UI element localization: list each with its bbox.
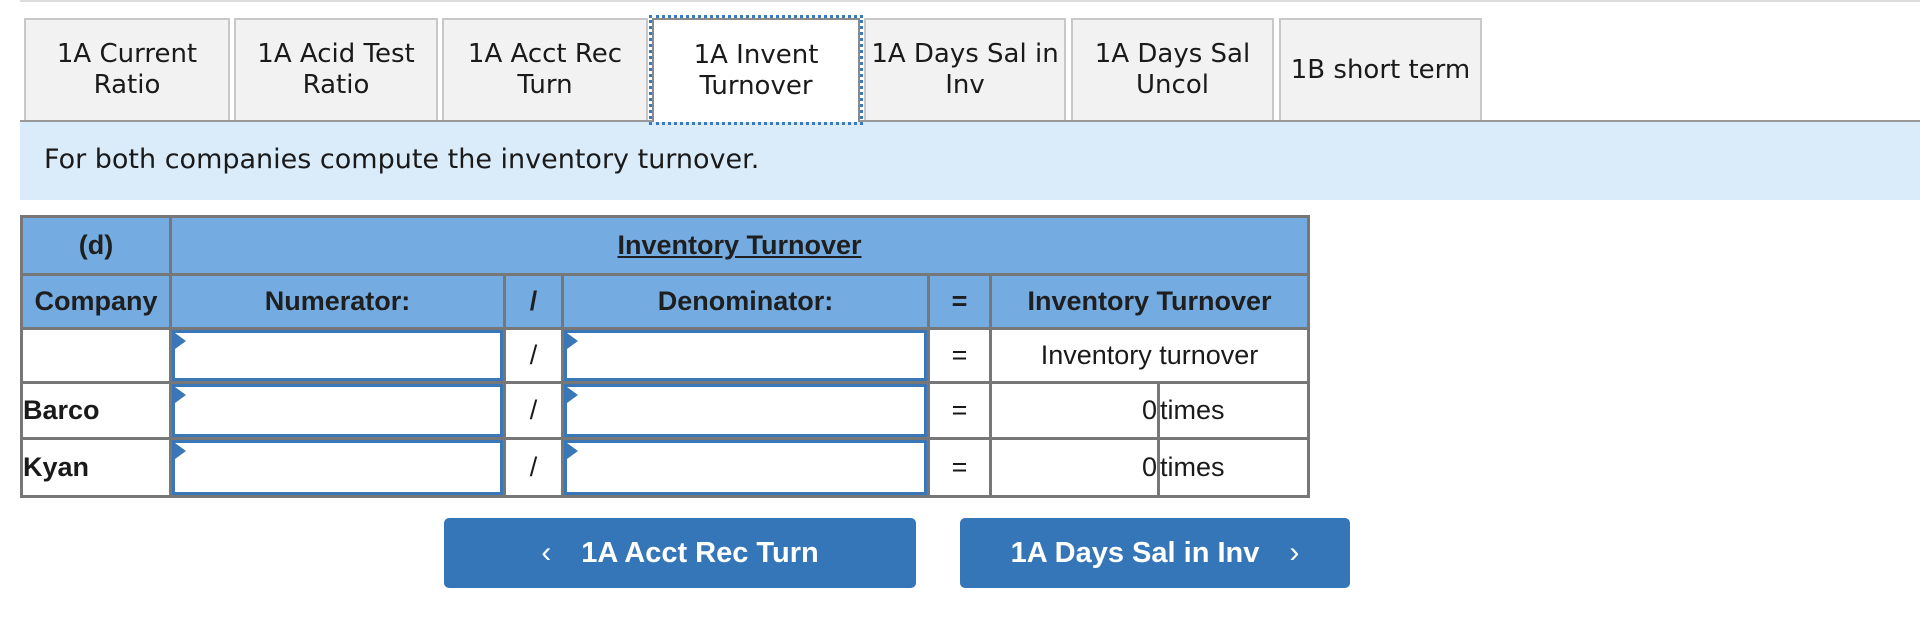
formula-divide: /	[503, 327, 564, 384]
dropdown-marker-icon	[175, 333, 186, 349]
tab-label: 1A Acid Test Ratio	[257, 39, 415, 100]
formula-numerator-input[interactable]	[172, 330, 503, 381]
table-row: Barco / = 0 times	[20, 381, 1310, 440]
header-numerator: Numerator:	[169, 273, 506, 330]
kyan-numerator-input[interactable]	[172, 440, 503, 495]
formula-numerator-cell	[169, 327, 506, 384]
dropdown-marker-icon	[567, 443, 578, 459]
denominator-cell	[561, 437, 930, 498]
inventory-turnover-table: (d) Inventory Turnover Company Numerator…	[20, 215, 1310, 498]
tab-label: 1A Acct Rec Turn	[467, 39, 623, 100]
header-divide: /	[503, 273, 564, 330]
formula-denominator-cell	[561, 327, 930, 384]
formula-denominator-input[interactable]	[564, 330, 927, 381]
instruction-band: For both companies compute the inventory…	[20, 122, 1920, 200]
tab-invent-turnover[interactable]: 1A Invent Turnover	[649, 15, 863, 125]
formula-row: / = Inventory turnover	[20, 327, 1310, 384]
tab-acid-test-ratio[interactable]: 1A Acid Test Ratio	[234, 18, 438, 120]
prev-tab-button[interactable]: ‹ 1A Acct Rec Turn	[444, 518, 916, 588]
result-unit: times	[1157, 381, 1310, 440]
table-title: Inventory Turnover	[617, 230, 862, 260]
header-company: Company	[20, 273, 172, 330]
instruction-text: For both companies compute the inventory…	[44, 144, 760, 175]
divide-sign: /	[503, 381, 564, 440]
denominator-cell	[561, 381, 930, 440]
tab-days-sal-uncol[interactable]: 1A Days Sal Uncol	[1071, 18, 1274, 120]
company-name: Kyan	[20, 437, 172, 498]
top-divider	[20, 0, 1920, 2]
part-label: (d)	[20, 215, 172, 276]
equals-sign: =	[927, 437, 992, 498]
result-value: 0	[989, 381, 1160, 440]
result-value: 0	[989, 437, 1160, 498]
header-denominator: Denominator:	[561, 273, 930, 330]
divide-sign: /	[503, 437, 564, 498]
tab-bar: 1A Current Ratio 1A Acid Test Ratio 1A A…	[20, 15, 1920, 125]
header-equals: =	[927, 273, 992, 330]
chevron-left-icon: ‹	[541, 536, 552, 569]
tab-label: 1B short term	[1290, 54, 1471, 85]
tab-label: 1A Days Sal in Inv	[871, 39, 1059, 100]
prev-tab-label: 1A Acct Rec Turn	[581, 536, 819, 569]
next-tab-button[interactable]: 1A Days Sal in Inv ›	[960, 518, 1350, 588]
dropdown-marker-icon	[175, 443, 186, 459]
tab-acct-rec-turn[interactable]: 1A Acct Rec Turn	[442, 18, 648, 120]
tab-label: 1A Current Ratio	[56, 39, 198, 100]
formula-equals: =	[927, 327, 992, 384]
tab-days-sal-in-inv[interactable]: 1A Days Sal in Inv	[864, 18, 1066, 120]
equals-sign: =	[927, 381, 992, 440]
chevron-right-icon: ›	[1289, 536, 1300, 569]
table-row: Kyan / = 0 times	[20, 437, 1310, 498]
header-result: Inventory Turnover	[989, 273, 1310, 330]
dropdown-marker-icon	[567, 387, 578, 403]
company-name: Barco	[20, 381, 172, 440]
kyan-denominator-input[interactable]	[564, 440, 927, 495]
column-header-row: Company Numerator: / Denominator: = Inve…	[20, 273, 1310, 330]
table-title-cell: Inventory Turnover	[169, 215, 1310, 276]
formula-result-label: Inventory turnover	[989, 327, 1310, 384]
tab-current-ratio[interactable]: 1A Current Ratio	[24, 18, 230, 120]
next-tab-label: 1A Days Sal in Inv	[1010, 536, 1260, 569]
tab-label: 1A Days Sal Uncol	[1094, 39, 1251, 100]
barco-denominator-input[interactable]	[564, 384, 927, 437]
tab-label: 1A Invent Turnover	[693, 40, 819, 101]
formula-company	[20, 327, 172, 384]
result-unit: times	[1157, 437, 1310, 498]
numerator-cell	[169, 437, 506, 498]
dropdown-marker-icon	[175, 387, 186, 403]
tab-short-term[interactable]: 1B short term	[1279, 18, 1482, 120]
barco-numerator-input[interactable]	[172, 384, 503, 437]
numerator-cell	[169, 381, 506, 440]
table-title-row: (d) Inventory Turnover	[20, 215, 1310, 276]
dropdown-marker-icon	[567, 333, 578, 349]
